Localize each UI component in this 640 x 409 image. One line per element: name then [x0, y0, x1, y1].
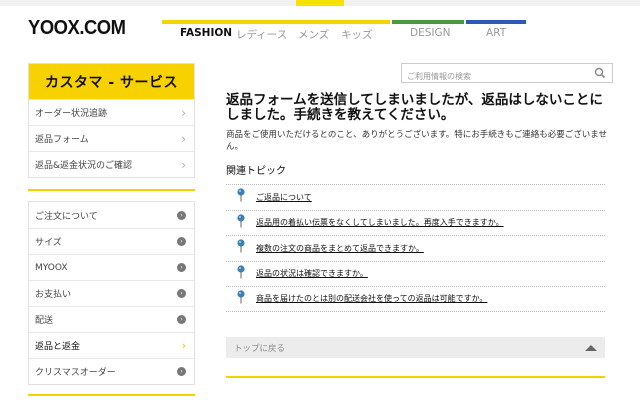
sidebar-item-return-form[interactable]: 返品フォーム › — [29, 125, 194, 151]
topic-link[interactable]: ご返品について — [256, 192, 312, 203]
sidebar-item-label: MYOOX — [35, 262, 68, 273]
sidebar-divider — [28, 189, 195, 191]
nav-ladies[interactable]: レディース — [236, 27, 287, 42]
list-item: ご返品について — [226, 184, 605, 210]
sidebar-item-label: ご注文について — [35, 211, 98, 222]
sidebar-item-label: クリスマスオーダー — [35, 368, 116, 378]
search-icon[interactable] — [594, 67, 606, 79]
sidebar-bottom-divider — [28, 394, 195, 396]
list-item: 返品の状況は確認できますか。 — [226, 260, 605, 287]
nav-design[interactable]: DESIGN — [410, 27, 450, 39]
circle-arrow-icon: › — [177, 315, 186, 324]
sidebar-item-christmas[interactable]: クリスマスオーダー › — [29, 358, 194, 384]
top-bar-accent — [296, 0, 344, 6]
chevron-right-icon: › — [181, 131, 186, 146]
sidebar-item-size[interactable]: サイズ › — [29, 228, 194, 254]
sidebar-item-orders[interactable]: ご注文について › — [29, 202, 194, 228]
art-stripe — [466, 20, 526, 24]
topic-link[interactable]: 返品用の着払い伝票をなくしてしまいました。再度入手できますか。 — [256, 217, 504, 228]
circle-arrow-icon: › — [177, 263, 186, 272]
sidebar-item-label: サイズ — [35, 238, 62, 248]
pin-icon — [237, 188, 245, 202]
chevron-right-icon: › — [181, 105, 186, 120]
circle-arrow-icon: › — [177, 367, 186, 376]
pin-icon — [237, 290, 245, 304]
sidebar-item-label: 返品フォーム — [35, 135, 89, 145]
content-divider — [226, 376, 605, 378]
yoox-logo[interactable]: YOOX.COM — [28, 17, 126, 40]
sidebar-item-label: 配送 — [35, 316, 54, 326]
list-item: 返品用の着払い伝票をなくしてしまいました。再度入手できますか。 — [226, 209, 605, 236]
fashion-stripe — [162, 20, 390, 24]
sidebar-item-payment[interactable]: お支払い › — [29, 280, 194, 306]
sidebar-item-label: 返品と返金 — [35, 342, 81, 352]
design-stripe — [392, 20, 464, 24]
customer-service-menu: カスタマ - サービス オーダー状況追跡 › 返品フォーム › 返品&返金状況の… — [28, 63, 195, 178]
topic-link[interactable]: 複数の注文の商品をまとめて返品できますか。 — [256, 243, 424, 254]
topic-link[interactable]: 商品を届けたのとは別の配送会社を使っての返品は可能ですか。 — [256, 293, 487, 304]
pin-icon — [237, 214, 245, 228]
related-topics-heading: 関連トピック — [226, 166, 286, 177]
chevron-right-icon: › — [181, 339, 186, 352]
sidebar-item-order-tracking[interactable]: オーダー状況追跡 › — [29, 99, 194, 125]
sidebar-item-shipping[interactable]: 配送 › — [29, 306, 194, 332]
sidebar-item-refund-status[interactable]: 返品&返金状況のご確認 › — [29, 151, 194, 177]
chevron-right-icon: › — [181, 157, 186, 172]
nav-kids[interactable]: キッズ — [341, 27, 373, 42]
related-topics-list: ご返品について 返品用の着払い伝票をなくしてしまいました。再度入手できますか。 … — [226, 184, 605, 312]
sidebar-item-returns[interactable]: 返品と返金 › — [29, 332, 194, 358]
list-item: 複数の注文の商品をまとめて返品できますか。 — [226, 235, 605, 261]
list-item: 商品を届けたのとは別の配送会社を使っての返品は可能ですか。 — [226, 286, 605, 312]
page-title: 返品フォームを送信してしまいましたが、返品はしないことにしました。手続きを教えて… — [226, 92, 603, 123]
back-to-top-label: トップに戻る — [234, 343, 286, 354]
circle-arrow-icon: › — [177, 237, 186, 246]
nav-fashion[interactable]: FASHION — [180, 27, 232, 39]
circle-arrow-icon: › — [177, 289, 186, 298]
arrow-up-icon — [585, 344, 597, 351]
sidebar-item-myoox[interactable]: MYOOX › — [29, 254, 194, 280]
pin-icon — [237, 265, 245, 279]
sidebar-item-label: お支払い — [35, 290, 72, 300]
search-input[interactable] — [402, 67, 582, 86]
pin-icon — [237, 239, 245, 253]
nav-art[interactable]: ART — [486, 27, 506, 39]
customer-service-header: カスタマ - サービス — [29, 64, 194, 99]
circle-arrow-icon: › — [177, 210, 186, 220]
nav-mens[interactable]: メンズ — [298, 27, 329, 42]
topic-link[interactable]: 返品の状況は確認できますか。 — [256, 268, 368, 279]
back-to-top-button[interactable]: トップに戻る — [226, 337, 605, 358]
sidebar-item-label: オーダー状況追跡 — [35, 109, 108, 119]
sidebar-item-label: 返品&返金状況のご確認 — [35, 161, 133, 171]
answer-text: 商品をご使用いただけるとのこと、ありがとうございます。特にお手続きもご連絡も必要… — [226, 130, 607, 152]
help-topics-menu: ご注文について › サイズ › MYOOX › お支払い › 配送 › 返品と返… — [28, 201, 195, 385]
help-search — [401, 63, 613, 86]
